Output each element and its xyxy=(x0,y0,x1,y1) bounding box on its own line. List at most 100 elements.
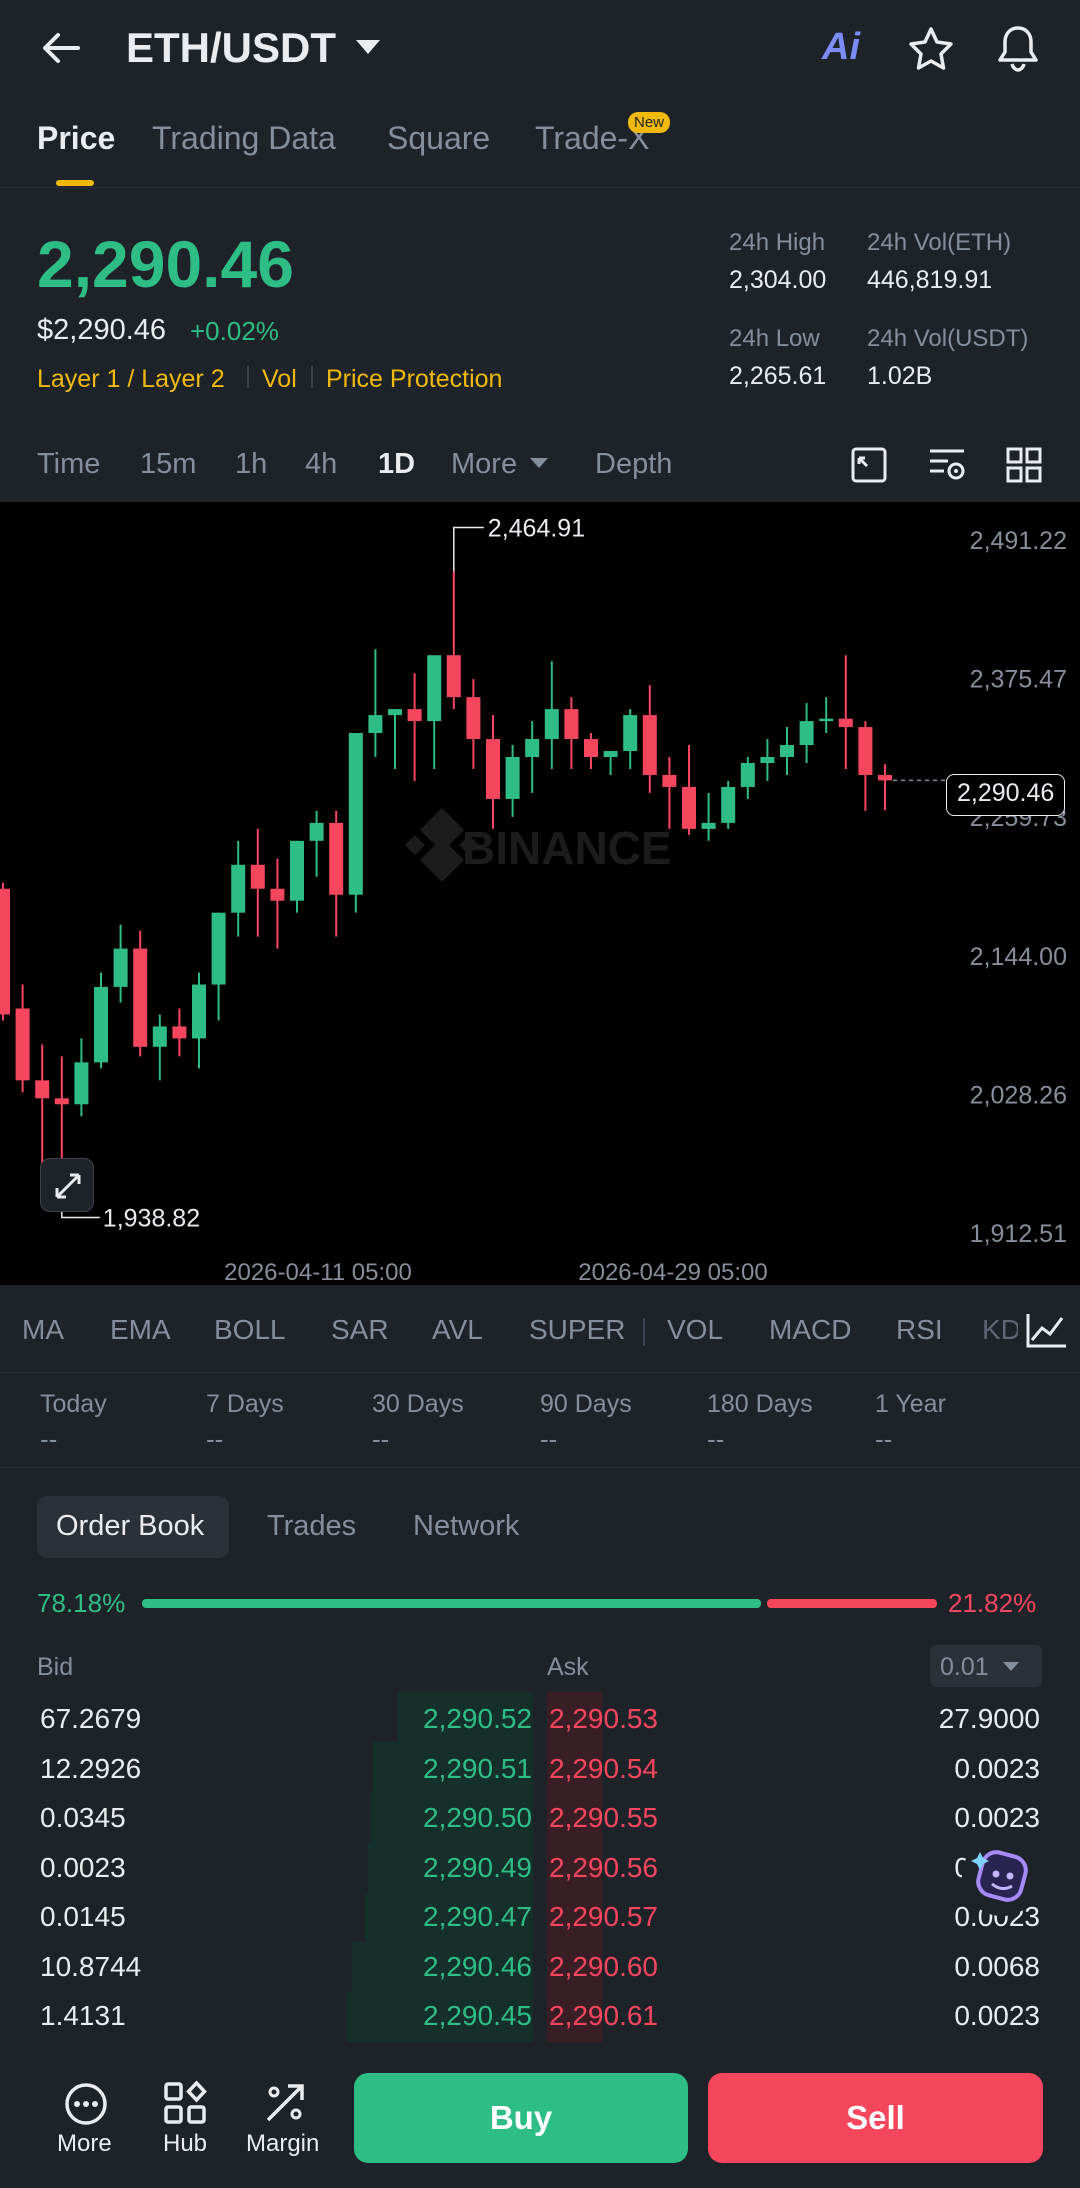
candle-body xyxy=(74,1062,89,1105)
candle-body xyxy=(348,733,363,895)
bid-price[interactable]: 2,290.46 xyxy=(423,1951,532,1983)
buy-button[interactable]: Buy xyxy=(354,2073,688,2163)
indicator-sar[interactable]: SAR xyxy=(331,1314,389,1346)
tf-more[interactable]: More xyxy=(451,448,517,481)
divider xyxy=(0,1372,1080,1373)
divider xyxy=(0,1467,1080,1468)
tab-order-book[interactable]: Order Book xyxy=(56,1510,204,1543)
candle-body xyxy=(388,709,402,716)
ask-quantity[interactable]: 0.0023 xyxy=(954,1802,1040,1834)
bid-quantity[interactable]: 0.0345 xyxy=(40,1802,126,1834)
ask-quantity[interactable]: 27.9000 xyxy=(939,1703,1040,1735)
candle-body xyxy=(309,822,324,841)
chart-settings-icon[interactable] xyxy=(927,446,967,484)
bid-price[interactable]: 2,290.51 xyxy=(423,1753,532,1785)
candle-body xyxy=(133,948,148,1047)
tf-15m[interactable]: 15m xyxy=(140,448,196,481)
bid-price[interactable]: 2,290.45 xyxy=(423,2000,532,2032)
bid-price[interactable]: 2,290.49 xyxy=(423,1852,532,1884)
indicator-avl[interactable]: AVL xyxy=(432,1314,483,1346)
bid-price[interactable]: 2,290.52 xyxy=(423,1703,532,1735)
robot-face-icon xyxy=(971,1850,1028,1902)
tf-depth[interactable]: Depth xyxy=(595,448,672,481)
ask-quantity[interactable]: 0.0068 xyxy=(954,1951,1040,1983)
vol-usdt-label: 24h Vol(USDT) xyxy=(867,325,1029,352)
tf-4h[interactable]: 4h xyxy=(305,448,337,481)
pair-title[interactable]: ETH/USDT xyxy=(126,24,336,72)
x-axis-tick: 2026-04-29 05:00 xyxy=(578,1259,768,1285)
candle-body xyxy=(466,697,481,740)
candle-body xyxy=(838,718,853,728)
tab-price[interactable]: Price xyxy=(37,120,115,157)
ask-price[interactable]: 2,290.54 xyxy=(549,1753,658,1785)
current-price-tag: 2,290.46 xyxy=(946,774,1066,816)
assistant-button[interactable] xyxy=(962,1836,1042,1916)
more-icon[interactable] xyxy=(62,2080,110,2128)
tab-trades[interactable]: Trades xyxy=(267,1510,356,1543)
tab-network[interactable]: Network xyxy=(413,1510,519,1543)
more-label[interactable]: More xyxy=(57,2130,112,2158)
bid-quantity[interactable]: 12.2926 xyxy=(40,1753,141,1785)
price-change: +0.02% xyxy=(190,316,279,346)
back-arrow-icon[interactable] xyxy=(38,24,86,72)
candle-body xyxy=(760,757,775,763)
indicator-rsi[interactable]: RSI xyxy=(896,1314,943,1346)
tf-time[interactable]: Time xyxy=(37,448,100,481)
tag-layer[interactable]: Layer 1 / Layer 2 xyxy=(37,365,225,394)
candlestick-chart[interactable]: BINANCE 2,464.91 1,938.82 2,491.22 2,375.4… xyxy=(0,502,1080,1285)
candle-body xyxy=(192,984,206,1039)
indicator-settings-button[interactable] xyxy=(1018,1298,1080,1362)
y-axis-tick: 1,912.51 xyxy=(970,1220,1067,1248)
candle-body xyxy=(544,709,559,740)
ask-price[interactable]: 2,290.55 xyxy=(549,1802,658,1834)
candle-body xyxy=(878,774,892,781)
bell-icon[interactable] xyxy=(994,22,1042,74)
margin-label[interactable]: Margin xyxy=(246,2130,319,2158)
period-value: -- xyxy=(875,1424,893,1454)
tag-price-protection[interactable]: Price Protection xyxy=(326,365,502,394)
chart-fullscreen-icon[interactable] xyxy=(850,446,888,484)
bid-price[interactable]: 2,290.47 xyxy=(423,1901,532,1933)
indicator-ma[interactable]: MA xyxy=(22,1314,64,1346)
bid-quantity[interactable]: 10.8744 xyxy=(40,1951,141,1983)
tab-square[interactable]: Square xyxy=(387,120,490,157)
candle-body xyxy=(662,774,677,787)
vol-eth-label: 24h Vol(ETH) xyxy=(867,229,1012,256)
expand-chart-button[interactable] xyxy=(40,1158,94,1212)
ask-quantity[interactable]: 0.0023 xyxy=(954,1753,1040,1785)
tag-vol[interactable]: Vol xyxy=(262,365,297,394)
indicator-kd[interactable]: KD xyxy=(982,1314,1021,1346)
star-icon[interactable] xyxy=(906,24,956,74)
tab-trading-data[interactable]: Trading Data xyxy=(152,120,336,157)
layout-grid-icon[interactable] xyxy=(1005,446,1043,484)
indicator-vol[interactable]: VOL xyxy=(667,1314,723,1346)
indicator-ema[interactable]: EMA xyxy=(110,1314,171,1346)
ask-price[interactable]: 2,290.56 xyxy=(549,1852,658,1884)
ask-price[interactable]: 2,290.53 xyxy=(549,1703,658,1735)
candle-body xyxy=(682,786,696,829)
ask-price[interactable]: 2,290.60 xyxy=(549,1951,658,1983)
ask-price[interactable]: 2,290.57 xyxy=(549,1901,658,1933)
bid-quantity[interactable]: 0.0023 xyxy=(40,1852,126,1884)
hub-label[interactable]: Hub xyxy=(163,2130,207,2158)
tf-1h[interactable]: 1h xyxy=(235,448,267,481)
candle-body xyxy=(780,745,794,758)
margin-icon[interactable] xyxy=(262,2080,308,2126)
bid-price[interactable]: 2,290.50 xyxy=(423,1802,532,1834)
sell-button[interactable]: Sell xyxy=(708,2073,1043,2163)
pair-dropdown-icon[interactable] xyxy=(356,40,380,54)
ai-icon[interactable]: Ai xyxy=(822,26,860,69)
ask-quantity[interactable]: 0.0023 xyxy=(954,2000,1040,2032)
period-value: -- xyxy=(40,1424,58,1454)
high-marker-line xyxy=(453,526,484,572)
ask-price[interactable]: 2,290.61 xyxy=(549,2000,658,2032)
candle-body xyxy=(15,1008,30,1081)
indicator-super[interactable]: SUPER xyxy=(529,1314,625,1346)
bid-quantity[interactable]: 1.4131 xyxy=(40,2000,126,2032)
bid-quantity[interactable]: 0.0145 xyxy=(40,1901,126,1933)
indicator-boll[interactable]: BOLL xyxy=(214,1314,286,1346)
tf-1d[interactable]: 1D xyxy=(378,448,415,481)
hub-icon[interactable] xyxy=(162,2080,208,2126)
indicator-macd[interactable]: MACD xyxy=(769,1314,851,1346)
bid-quantity[interactable]: 67.2679 xyxy=(40,1703,141,1735)
